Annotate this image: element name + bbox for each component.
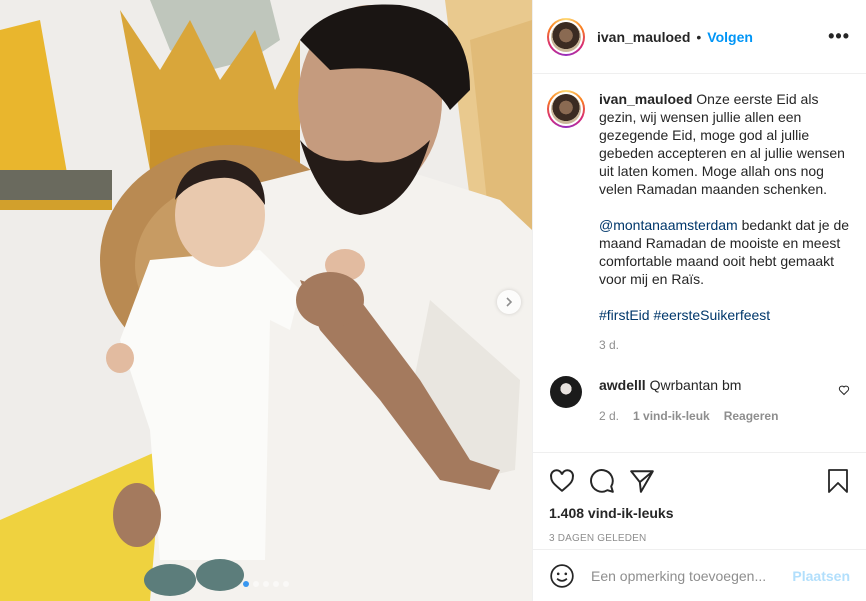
mention-link[interactable]: @montanaamsterdam (599, 217, 738, 233)
next-photo-button[interactable] (497, 290, 521, 314)
comment-username[interactable]: awdelll (599, 377, 646, 393)
comment-age[interactable]: 2 d. (599, 407, 619, 425)
heart-icon[interactable] (838, 384, 850, 396)
bookmark-icon[interactable] (826, 468, 850, 494)
comment-text: Qwrbantan bm (649, 377, 742, 393)
caption-avatar[interactable] (547, 90, 585, 128)
emoji-icon[interactable] (549, 563, 575, 589)
carousel-dot (263, 581, 269, 587)
carousel-dot (283, 581, 289, 587)
post-photo[interactable] (0, 0, 532, 601)
comment-avatar[interactable] (550, 376, 582, 408)
caption-username[interactable]: ivan_mauloed (599, 91, 692, 107)
photo-image (0, 0, 532, 601)
caption-text: ivan_mauloed Onze eerste Eid als gezin, … (599, 90, 850, 354)
likes-count[interactable]: 1.408 vind-ik-leuks (549, 505, 850, 521)
separator-dot: • (696, 28, 702, 45)
comments-list[interactable]: ivan_mauloed Onze eerste Eid als gezin, … (533, 74, 866, 452)
avatar-image (551, 94, 581, 124)
hashtag-link[interactable]: #firstEid (599, 307, 650, 323)
avatar-image (551, 21, 581, 52)
post-side-panel: ivan_mauloed • Volgen ••• ivan_mauloed O… (532, 0, 866, 601)
comment-item: awdelll Qwrbantan bm 2 d. 1 vind-ik-leuk… (547, 376, 850, 425)
hashtag-link[interactable]: #eersteSuikerfeest (653, 307, 770, 323)
comment-input[interactable] (591, 567, 785, 584)
share-icon[interactable] (629, 468, 655, 494)
post-header: ivan_mauloed • Volgen ••• (533, 0, 866, 74)
reply-button[interactable]: Reageren (724, 407, 779, 425)
heart-icon[interactable] (549, 468, 575, 494)
carousel-dot (273, 581, 279, 587)
comment-likes[interactable]: 1 vind-ik-leuk (633, 407, 710, 425)
avatar[interactable] (547, 17, 585, 56)
comment-icon[interactable] (589, 468, 615, 494)
post-comment-button[interactable]: Plaatsen (792, 568, 850, 584)
caption: ivan_mauloed Onze eerste Eid als gezin, … (547, 90, 850, 354)
follow-button[interactable]: Volgen (707, 29, 753, 45)
username-link[interactable]: ivan_mauloed (597, 29, 690, 45)
chevron-right-icon (506, 297, 513, 307)
post-actions: 1.408 vind-ik-leuks 3 DAGEN GELEDEN (533, 452, 866, 550)
carousel-indicator (0, 581, 532, 587)
carousel-dot (243, 581, 249, 587)
post-date[interactable]: 3 DAGEN GELEDEN (549, 533, 850, 544)
carousel-dot (253, 581, 259, 587)
more-icon[interactable]: ••• (828, 26, 850, 47)
caption-age[interactable]: 3 d. (599, 336, 850, 354)
comment-composer: Plaatsen (533, 549, 866, 601)
